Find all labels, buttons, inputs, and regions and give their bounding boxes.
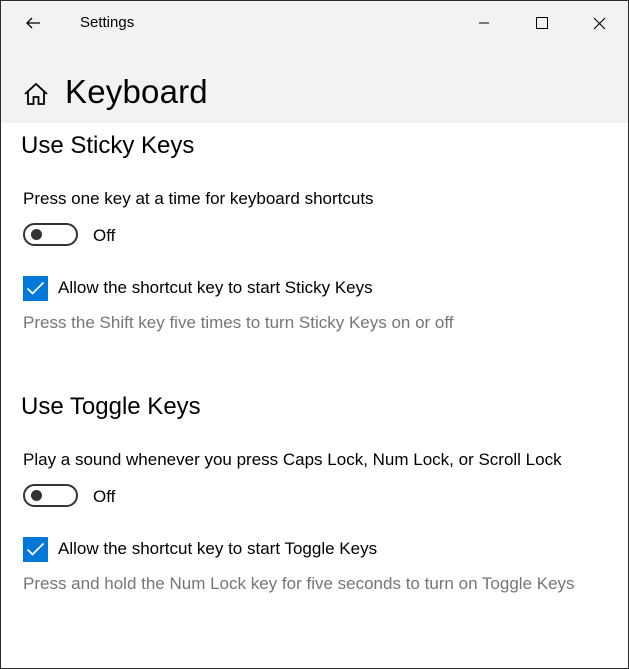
checkmark-icon <box>26 281 45 295</box>
sticky-keys-toggle-state: Off <box>93 226 116 245</box>
toggle-knob <box>31 490 42 501</box>
toggle-keys-description: Play a sound whenever you press Caps Loc… <box>23 450 562 469</box>
maximize-button[interactable] <box>519 5 565 41</box>
toggle-keys-toggle-state: Off <box>93 487 116 506</box>
toggle-keys-hint: Press and hold the Num Lock key for five… <box>23 574 575 593</box>
close-button[interactable] <box>576 5 622 41</box>
title-bar: Settings Keyboard <box>1 1 628 123</box>
toggle-keys-toggle[interactable] <box>23 484 78 507</box>
sticky-keys-hint: Press the Shift key five times to turn S… <box>23 313 454 332</box>
toggle-keys-shortcut-label: Allow the shortcut key to start Toggle K… <box>58 539 378 558</box>
sticky-keys-heading: Use Sticky Keys <box>21 132 195 159</box>
window-title: Settings <box>80 14 135 31</box>
page-title: Keyboard <box>65 73 208 110</box>
toggle-keys-heading: Use Toggle Keys <box>21 393 201 420</box>
sticky-keys-toggle[interactable] <box>23 223 78 246</box>
back-button[interactable] <box>13 7 53 39</box>
home-icon <box>24 82 48 105</box>
toggle-knob <box>31 229 42 240</box>
maximize-icon <box>536 17 548 29</box>
sticky-keys-description: Press one key at a time for keyboard sho… <box>23 189 374 208</box>
minimize-button[interactable] <box>461 5 507 41</box>
minimize-icon <box>479 22 489 24</box>
back-arrow-icon <box>26 17 40 29</box>
sticky-keys-shortcut-checkbox[interactable] <box>23 276 48 301</box>
toggle-keys-shortcut-checkbox[interactable] <box>23 537 48 562</box>
checkmark-icon <box>26 542 45 556</box>
sticky-keys-shortcut-label: Allow the shortcut key to start Sticky K… <box>58 278 373 297</box>
close-icon <box>593 17 605 29</box>
settings-window: Settings Keyboard Use Sticky Keys Press … <box>0 0 629 669</box>
